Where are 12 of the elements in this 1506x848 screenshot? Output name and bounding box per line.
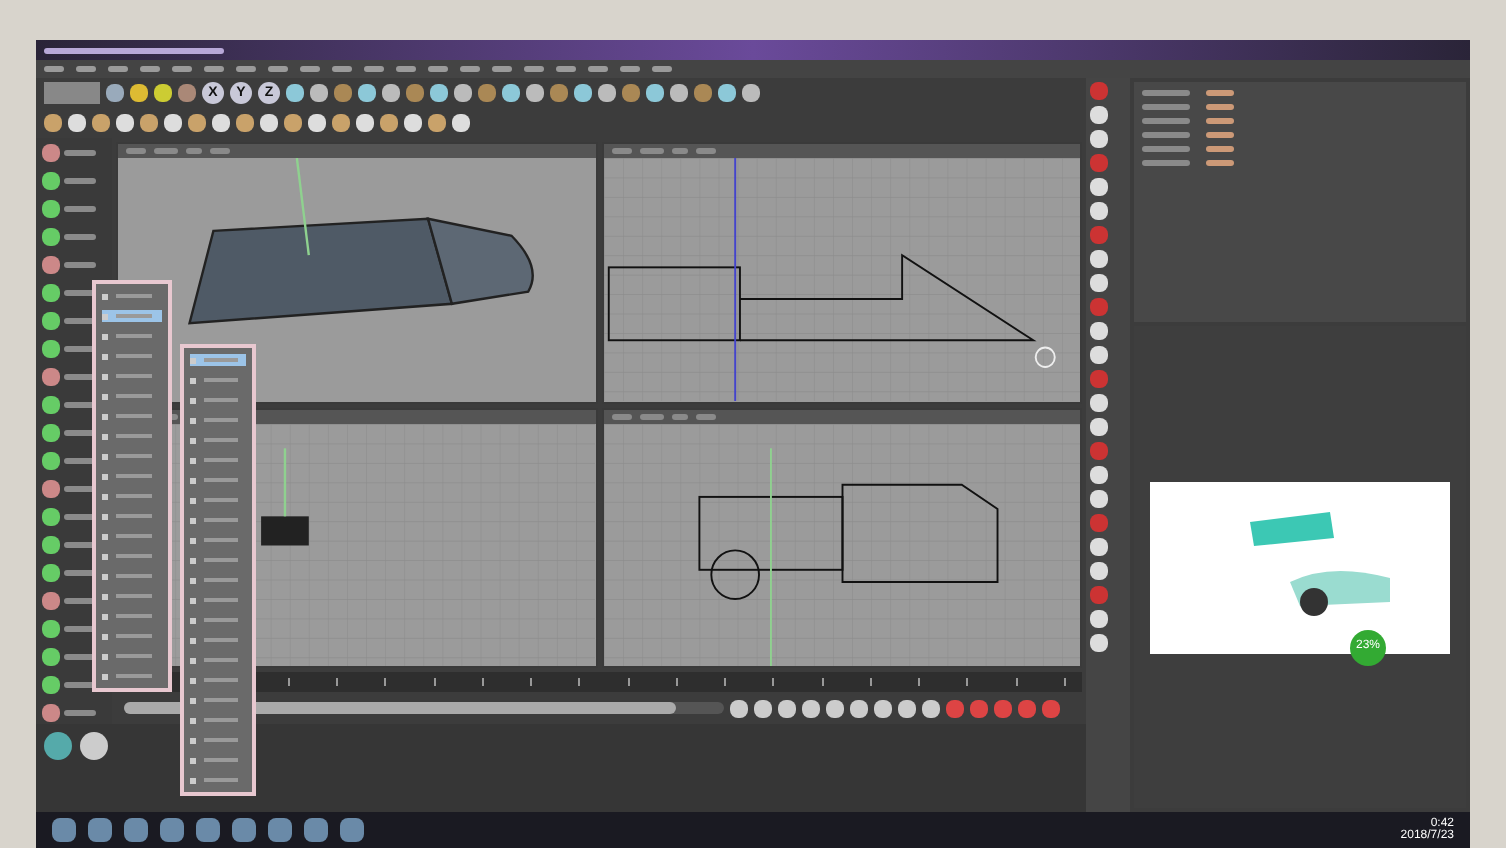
car-front-drawing: [261, 447, 309, 545]
taskbar-app-icon[interactable]: [232, 818, 256, 842]
taskbar-app-icon[interactable]: [52, 818, 76, 842]
viewport-panel[interactable]: [116, 142, 597, 403]
taskbar-app-icon[interactable]: [88, 818, 112, 842]
taskbar-app-icon[interactable]: [340, 818, 364, 842]
taskbar-app-icon[interactable]: [268, 818, 292, 842]
viewport-panel[interactable]: [601, 407, 1082, 668]
taskbar-app-icon[interactable]: [304, 818, 328, 842]
taskbar-app-icon[interactable]: [196, 818, 220, 842]
taskbar-app-icon[interactable]: [124, 818, 148, 842]
taskbar-app-icon[interactable]: [160, 818, 184, 842]
